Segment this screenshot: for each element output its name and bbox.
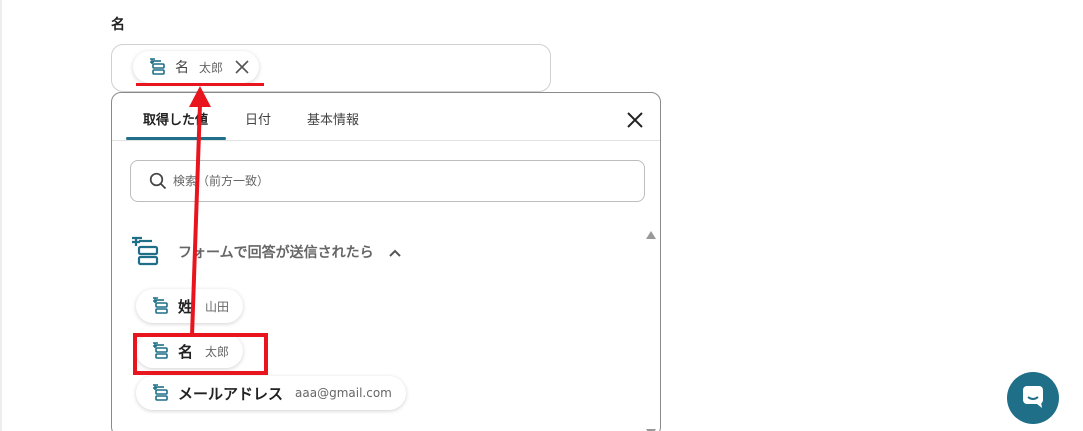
chat-help-button[interactable] — [1007, 372, 1059, 424]
chip-value: 太郎 — [199, 60, 224, 75]
annotation-highlight-box — [133, 333, 268, 375]
active-tab-indicator — [126, 137, 226, 140]
remove-chip-icon[interactable] — [233, 58, 251, 76]
scroll-down-arrow[interactable] — [646, 422, 656, 431]
chat-help-icon — [1020, 383, 1046, 413]
list-item-email[interactable]: メールアドレス aaa@gmail.com — [136, 376, 406, 410]
tab-date[interactable]: 日付 — [245, 109, 271, 128]
item-name: メールアドレス — [178, 384, 284, 403]
form-field-icon — [147, 57, 167, 77]
chevron-up-icon[interactable] — [388, 245, 402, 259]
form-field-icon — [150, 383, 170, 403]
trigger-section-header[interactable]: フォームで回答が送信されたら — [130, 235, 402, 269]
search-input[interactable] — [173, 174, 613, 188]
field-label: 名 — [111, 17, 125, 33]
tab-acquired-values[interactable]: 取得した値 — [143, 109, 208, 128]
selected-value-chip[interactable]: 名 太郎 — [133, 51, 260, 83]
tab-bar: 取得した値 日付 基本情報 — [112, 93, 660, 141]
scroll-up-arrow[interactable] — [646, 224, 656, 239]
chip-name: 名 — [175, 60, 189, 76]
section-title: フォームで回答が送信されたら — [178, 245, 374, 261]
item-value: aaa@gmail.com — [295, 386, 392, 400]
page-left-border — [0, 0, 2, 431]
search-field[interactable] — [130, 160, 645, 202]
close-icon[interactable] — [624, 109, 646, 131]
item-value: 山田 — [205, 299, 230, 314]
list-item-sei[interactable]: 姓 山田 — [136, 289, 244, 323]
annotation-underline — [136, 83, 264, 86]
form-trigger-icon — [130, 235, 160, 269]
tab-basic-info[interactable]: 基本情報 — [307, 109, 359, 128]
item-name: 姓 — [178, 297, 194, 316]
search-icon — [149, 172, 167, 190]
form-field-icon — [150, 296, 170, 316]
